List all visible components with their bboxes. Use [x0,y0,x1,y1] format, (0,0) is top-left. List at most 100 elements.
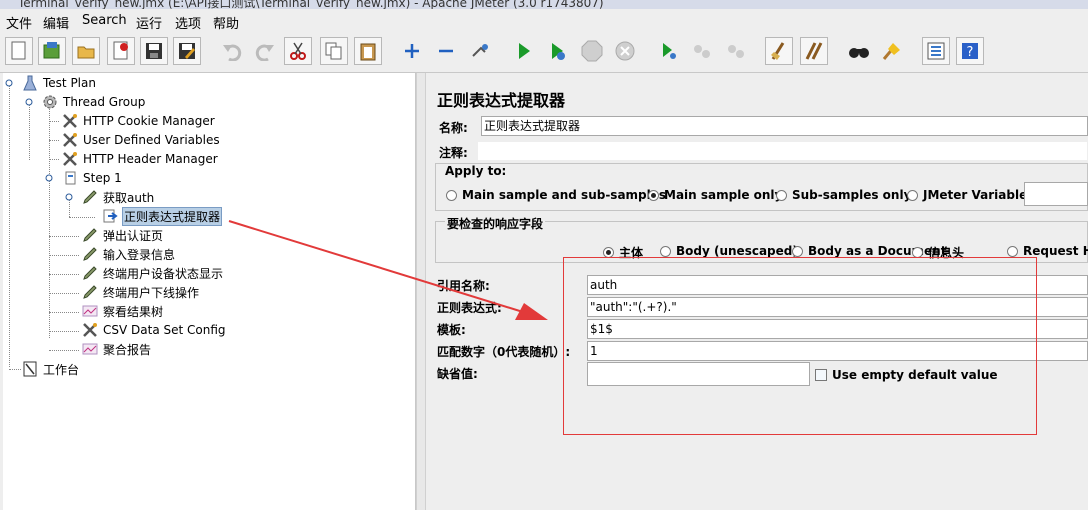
templates-icon[interactable] [38,37,66,65]
radio-circle [792,245,803,257]
remote-shutdown-icon[interactable] [722,37,750,65]
menu-help[interactable]: 帮助 [213,13,239,32]
listener-chart-icon [81,303,99,319]
tree-item-auth-page[interactable]: 弹出认证页 [81,226,164,244]
default-value-label: 缺省值: [437,367,478,381]
tree-item-login-info[interactable]: 输入登录信息 [81,245,176,263]
tree-item-get-auth[interactable]: 获取auth [81,188,155,206]
test-plan-tree: Test Plan Thread Group HTTP Cookie Manag… [3,73,416,510]
listener-chart-icon [81,341,99,357]
annotation-highlight-box [563,257,1037,435]
tree-item-thread-group[interactable]: Thread Group [41,93,146,111]
tree-item-test-plan[interactable]: Test Plan [21,74,97,92]
tree-item-cookie-manager[interactable]: HTTP Cookie Manager [61,112,216,130]
title-bar: Terminal_verify_new.jmx (E:\API接口测试\Term… [0,0,1088,9]
split-pane-divider[interactable] [416,73,426,510]
match-number-label: 匹配数字（0代表随机）: [437,345,571,359]
wrench-icon [61,113,79,129]
window-title: Terminal_verify_new.jmx (E:\API接口测试\Term… [18,0,604,9]
cut-icon[interactable] [284,37,312,65]
copy-icon[interactable] [320,37,348,65]
apply-jmeter-variable-radio[interactable]: JMeter Variable [907,188,1027,202]
collapse-toggle-icon[interactable] [45,174,53,182]
radio-circle [446,189,457,201]
jmeter-variable-input[interactable] [1024,182,1088,206]
collapse-toggle-icon[interactable] [25,98,33,106]
workbench-icon [21,361,39,377]
post-processor-icon [101,208,119,224]
menu-search[interactable]: Search [82,13,127,28]
sampler-pen-icon [81,265,99,281]
menu-options[interactable]: 选项 [175,13,201,32]
refname-label: 引用名称: [437,279,490,293]
test-plan-icon [21,75,39,91]
remote-start-icon[interactable] [654,37,682,65]
check-body-unescaped-radio[interactable]: Body (unescaped) [660,244,798,258]
open-icon[interactable] [72,37,100,65]
remote-stop-icon[interactable] [688,37,716,65]
comment-label: 注释: [439,146,468,160]
apply-main-only-radio[interactable]: Main sample only [648,188,782,202]
tree-item-regex-extractor[interactable]: 正则表达式提取器 [101,206,223,226]
tree-item-header-manager[interactable]: HTTP Header Manager [61,150,219,168]
tree-item-device-status[interactable]: 终端用户设备状态显示 [81,264,224,282]
comment-field[interactable] [477,141,1088,161]
apply-main-and-sub-radio[interactable]: Main sample and sub-samples [446,188,666,202]
check-request-headers-radio[interactable]: Request He [1007,244,1088,258]
help-icon[interactable]: ? [956,37,984,65]
toggle-icon[interactable] [466,37,494,65]
save-as-icon[interactable] [173,37,201,65]
menu-bar: 文件 编辑 Search 运行 选项 帮助 [0,9,1088,33]
radio-circle [907,189,918,201]
paste-icon[interactable] [354,37,382,65]
apply-to-label: Apply to: [445,164,507,178]
sampler-pen-icon [81,246,99,262]
wrench-icon [81,322,99,338]
expand-icon[interactable] [398,37,426,65]
function-helper-icon[interactable] [922,37,950,65]
radio-circle [1007,245,1018,257]
close-icon[interactable] [107,37,135,65]
search-icon[interactable] [845,37,873,65]
template-label: 模板: [437,323,466,337]
tree-item-step-1[interactable]: Step 1 [61,169,123,187]
apply-sub-only-radio[interactable]: Sub-samples only [776,188,911,202]
clear-icon[interactable] [765,37,793,65]
start-icon[interactable] [510,37,538,65]
jmeter-window: Terminal_verify_new.jmx (E:\API接口测试\Term… [0,0,1088,510]
name-field[interactable]: 正则表达式提取器 [481,116,1088,136]
tree-item-user-variables[interactable]: User Defined Variables [61,131,221,149]
start-no-pause-icon[interactable] [543,37,571,65]
reset-search-icon[interactable] [878,37,906,65]
tree-item-aggregate-report[interactable]: 聚合报告 [81,340,152,358]
radio-circle [660,245,671,257]
collapse-toggle-icon[interactable] [5,79,13,87]
undo-icon[interactable] [218,37,246,65]
wrench-icon [61,151,79,167]
save-icon[interactable] [140,37,168,65]
tree-item-csv-config[interactable]: CSV Data Set Config [81,321,227,339]
tree-item-workbench[interactable]: 工作台 [21,360,80,378]
toolbar: ? [0,33,1088,73]
name-label: 名称: [439,121,468,135]
clear-all-icon[interactable] [800,37,828,65]
redo-icon[interactable] [251,37,279,65]
panel-title: 正则表达式提取器 [437,91,566,110]
new-icon[interactable] [5,37,33,65]
tree-item-results-tree[interactable]: 察看结果树 [81,302,164,320]
regex-label: 正则表达式: [437,301,502,315]
svg-text:?: ? [967,45,974,60]
tree-item-user-offline[interactable]: 终端用户下线操作 [81,283,200,301]
field-to-check-label: 要检查的响应字段 [445,215,546,232]
sampler-pen-icon [81,227,99,243]
collapse-icon[interactable] [432,37,460,65]
stop-icon[interactable] [578,37,606,65]
collapse-toggle-icon[interactable] [65,193,73,201]
controller-icon [61,170,79,186]
menu-edit[interactable]: 编辑 [43,13,69,32]
gear-icon [41,94,59,110]
menu-run[interactable]: 运行 [136,13,162,32]
shutdown-icon[interactable] [611,37,639,65]
menu-file[interactable]: 文件 [6,13,32,32]
radio-circle-selected [648,189,659,201]
